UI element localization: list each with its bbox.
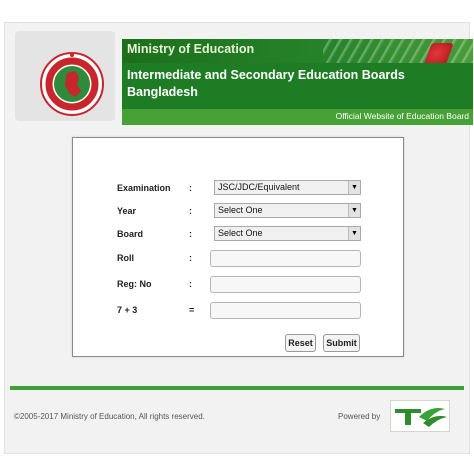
boards-title-line2: Bangladesh [127, 85, 198, 99]
boards-title: Intermediate and Secondary Education Boa… [127, 67, 405, 101]
reg-no-input[interactable] [210, 276, 361, 293]
official-website-text: Official Website of Education Board [335, 111, 469, 121]
header: Ministry of Education Intermediate and S… [13, 29, 473, 125]
government-seal-icon [40, 52, 104, 116]
roll-colon: : [189, 253, 192, 263]
reg-no-label: Reg: No [117, 279, 152, 289]
result-form: Examination : JSC/JDC/Equivalent ▼ Year … [72, 137, 404, 357]
powered-by-text: Powered by [338, 412, 381, 421]
board-label: Board [117, 229, 144, 239]
row-reg-no: Reg: No : [73, 276, 403, 296]
year-label: Year [117, 206, 137, 216]
examination-select[interactable]: JSC/JDC/Equivalent ▼ [214, 180, 361, 195]
teletalk-logo-icon [395, 408, 447, 427]
roll-input[interactable] [210, 250, 361, 267]
year-select-value: Select One [218, 205, 263, 215]
boards-title-line1: Intermediate and Secondary Education Boa… [127, 68, 405, 82]
footer: ©2005-2017 Ministry of Education, All ri… [10, 390, 464, 442]
ministry-title: Ministry of Education [127, 42, 255, 56]
reg-no-colon: : [189, 279, 192, 289]
reset-button[interactable]: Reset [285, 334, 316, 352]
examination-colon: : [189, 183, 192, 193]
board-colon: : [189, 229, 192, 239]
chevron-down-icon[interactable]: ▼ [348, 227, 360, 240]
captcha-label: 7 + 3 [117, 305, 138, 315]
copyright-text: ©2005-2017 Ministry of Education, All ri… [14, 412, 205, 421]
row-examination: Examination : JSC/JDC/Equivalent ▼ [73, 180, 403, 200]
board-select-value: Select One [218, 228, 263, 238]
row-roll: Roll : [73, 250, 403, 270]
seal-container [15, 31, 115, 121]
row-captcha: 7 + 3 = [73, 302, 403, 322]
examination-label: Examination [117, 183, 171, 193]
teletalk-logo[interactable] [390, 400, 450, 432]
year-colon: : [189, 206, 192, 216]
board-select[interactable]: Select One ▼ [214, 226, 361, 241]
captcha-input[interactable] [210, 302, 361, 319]
row-year: Year : Select One ▼ [73, 203, 403, 223]
chevron-down-icon[interactable]: ▼ [348, 181, 360, 194]
captcha-equals: = [189, 305, 195, 315]
row-board: Board : Select One ▼ [73, 226, 403, 246]
year-select[interactable]: Select One ▼ [214, 203, 361, 218]
chevron-down-icon[interactable]: ▼ [348, 204, 360, 217]
examination-select-value: JSC/JDC/Equivalent [218, 182, 300, 192]
header-banner: Ministry of Education Intermediate and S… [122, 39, 473, 125]
submit-button[interactable]: Submit [323, 334, 360, 352]
roll-label: Roll [117, 253, 134, 263]
